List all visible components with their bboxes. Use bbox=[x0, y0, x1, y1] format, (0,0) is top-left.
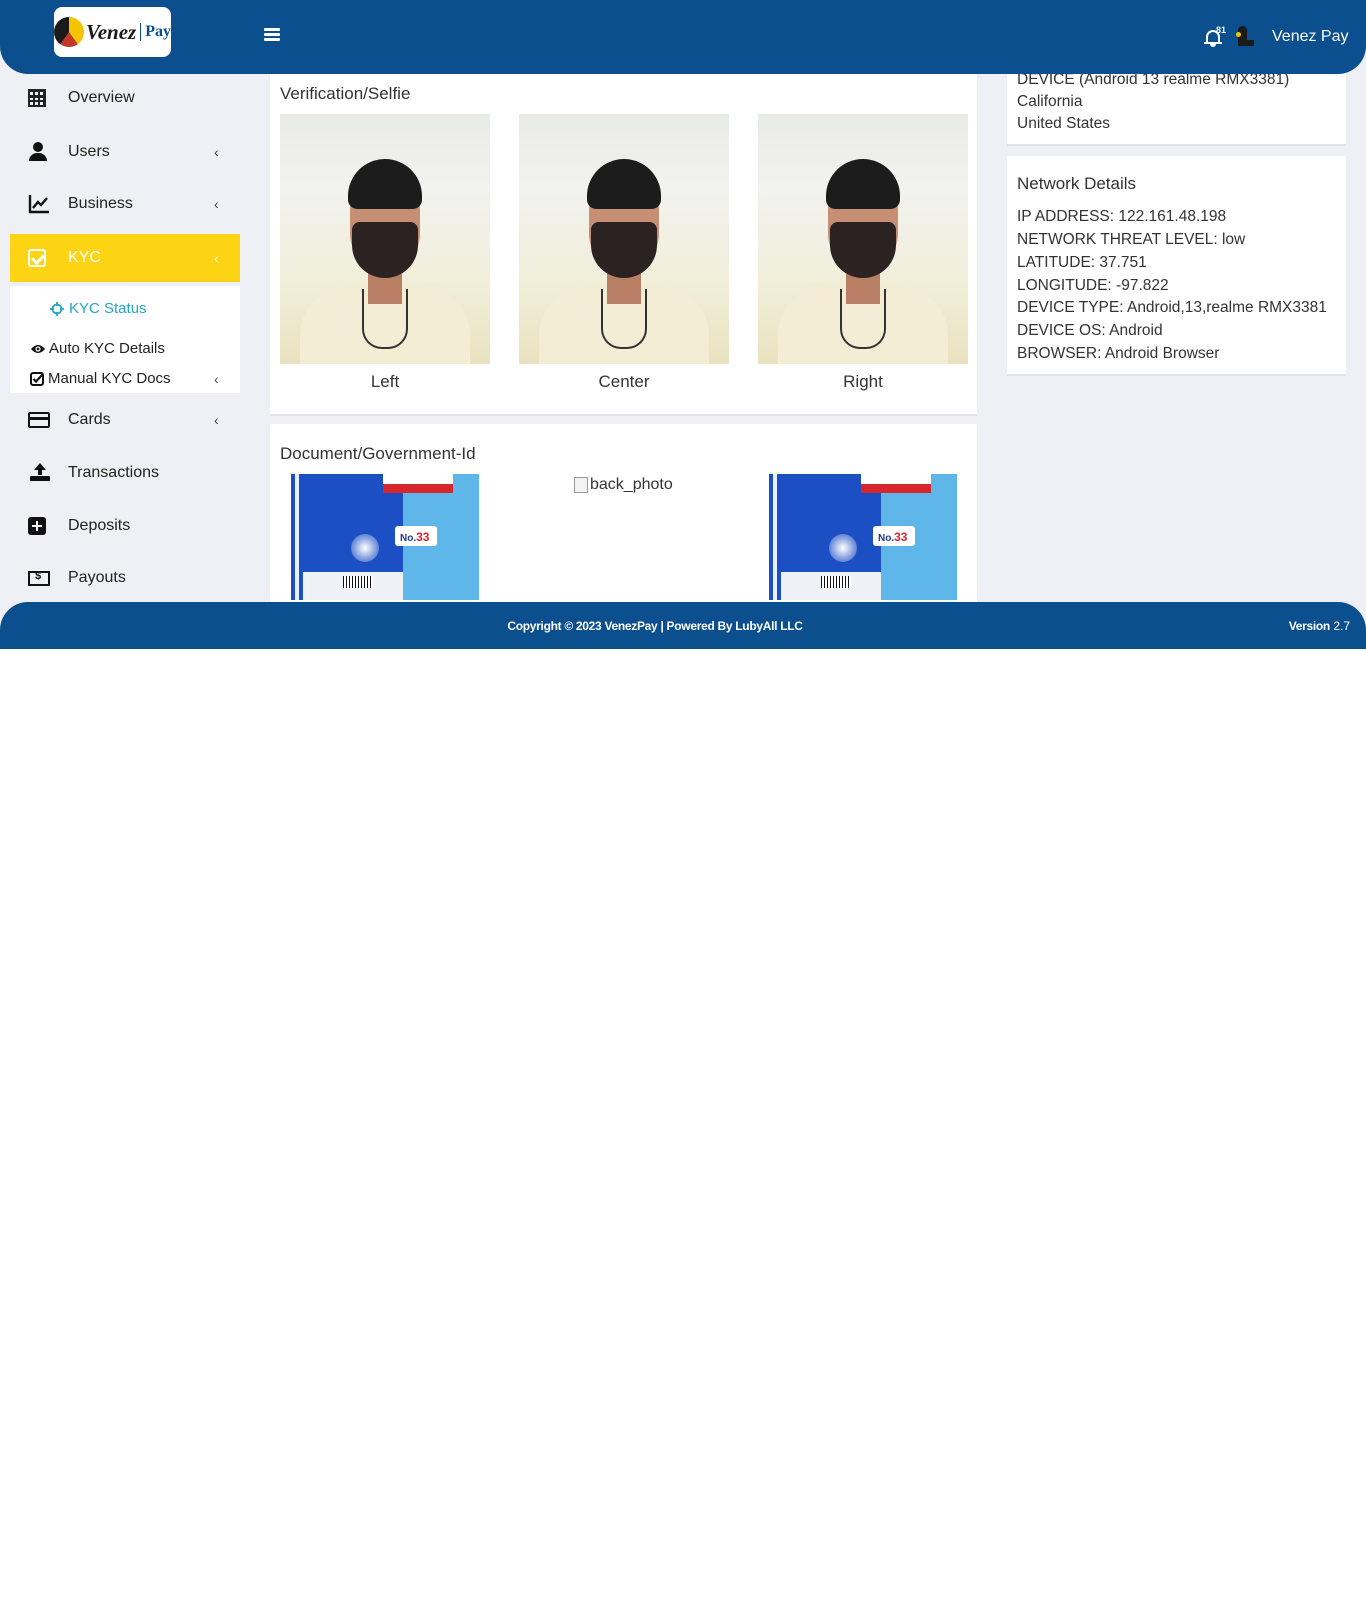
document-card: Document/Government-Id No.33 back_photo … bbox=[270, 424, 977, 624]
doc-stamp-no: No. bbox=[400, 533, 417, 544]
device-city: California bbox=[1017, 93, 1083, 110]
app-root: Venez Pay 81 Venez Pay Overview Users ‹ bbox=[0, 0, 1366, 649]
brand-logo[interactable]: Venez Pay bbox=[54, 7, 171, 57]
sidebar-item-label: Payouts bbox=[68, 569, 126, 586]
logo-divider bbox=[140, 23, 142, 41]
network-details-card: Network Details IP ADDRESS: 122.161.48.1… bbox=[1007, 156, 1346, 376]
chevron-left-icon: ‹ bbox=[214, 250, 219, 266]
logo-word-venez: Venez bbox=[86, 19, 137, 44]
sidebar-item-overview[interactable]: Overview bbox=[10, 74, 240, 122]
sidebar-item-label: Transactions bbox=[68, 464, 159, 481]
doc-stamp-number: 33 bbox=[416, 530, 430, 544]
sidebar-item-label: Users bbox=[68, 143, 110, 160]
document-back-photo[interactable]: back_photo bbox=[574, 476, 673, 494]
top-header: Venez Pay 81 Venez Pay bbox=[0, 0, 1366, 74]
sidebar-item-label: Business bbox=[68, 195, 133, 212]
network-latitude: LATITUDE: 37.751 bbox=[1017, 254, 1147, 271]
sidebar-item-label: Overview bbox=[68, 89, 135, 106]
selfie-photo-left[interactable] bbox=[280, 114, 490, 364]
sidebar-item-cards[interactable]: Cards ‹ bbox=[10, 396, 240, 444]
selfie-label-right: Right bbox=[843, 372, 883, 391]
sidebar-item-label: KYC bbox=[68, 249, 101, 266]
document-title: Document/Government-Id bbox=[280, 444, 476, 463]
version-label: Version bbox=[1288, 619, 1331, 633]
sidebar-item-kyc[interactable]: KYC ‹ bbox=[10, 234, 240, 282]
selfie-photo-right[interactable] bbox=[758, 114, 968, 364]
document-front-photo[interactable]: No.33 bbox=[291, 474, 479, 600]
sidebar-item-transactions[interactable]: Transactions bbox=[10, 449, 240, 497]
sidebar-item-payouts[interactable]: Payouts bbox=[10, 554, 240, 602]
back-photo-alt-text: back_photo bbox=[590, 476, 673, 493]
submenu-item-auto-kyc[interactable]: Auto KYC Details bbox=[30, 340, 165, 357]
logo-emblem-icon bbox=[54, 17, 85, 47]
submenu-item-label: KYC Status bbox=[69, 300, 147, 317]
network-browser: BROWSER: Android Browser bbox=[1017, 345, 1220, 362]
chevron-left-icon: ‹ bbox=[214, 370, 219, 387]
calculator-icon bbox=[28, 89, 46, 107]
sidebar-item-business[interactable]: Business ‹ bbox=[10, 180, 240, 228]
submenu-item-manual-kyc[interactable]: Manual KYC Docs ‹ bbox=[30, 370, 240, 387]
network-threat-level: NETWORK THREAT LEVEL: low bbox=[1017, 231, 1246, 248]
sidebar-item-deposits[interactable]: Deposits bbox=[10, 502, 240, 550]
sidebar-item-label: Deposits bbox=[68, 517, 131, 534]
submenu-item-label: Auto KYC Details bbox=[49, 340, 165, 357]
version-number: 2.7 bbox=[1333, 619, 1350, 633]
network-title: Network Details bbox=[1017, 174, 1137, 193]
submenu-item-label: Manual KYC Docs bbox=[48, 370, 171, 387]
footer-copyright: Copyright © 2023 VenezPay | Powered By L… bbox=[507, 619, 803, 633]
document-selfie-photo[interactable]: No.33 bbox=[769, 474, 957, 600]
notification-count-badge: 81 bbox=[1216, 25, 1227, 35]
network-device-os: DEVICE OS: Android bbox=[1017, 322, 1163, 339]
selfie-card: Verification/Selfie Left Center Right bbox=[270, 74, 977, 416]
check-square-icon bbox=[30, 371, 44, 386]
crosshairs-icon bbox=[50, 301, 64, 316]
network-ip: IP ADDRESS: 122.161.48.198 bbox=[1017, 208, 1227, 225]
logo-word-pay: Pay bbox=[145, 23, 171, 40]
doc-stamp-number: 33 bbox=[894, 530, 908, 544]
menu-toggle-icon[interactable] bbox=[264, 28, 280, 42]
sidebar: Overview Users ‹ Business ‹ KYC ‹ KYC St… bbox=[10, 74, 240, 604]
network-device-type: DEVICE TYPE: Android,13,realme RMX3381 bbox=[1017, 299, 1327, 316]
chart-line-icon bbox=[28, 195, 49, 214]
submenu-item-kyc-status[interactable]: KYC Status bbox=[50, 300, 147, 317]
eye-icon bbox=[31, 344, 45, 353]
kyc-submenu: KYC Status Auto KYC Details Manual KYC D… bbox=[10, 286, 240, 393]
selfie-photo-center[interactable] bbox=[519, 114, 729, 364]
chevron-left-icon: ‹ bbox=[214, 196, 219, 212]
broken-image-icon bbox=[574, 477, 588, 493]
chevron-left-icon: ‹ bbox=[214, 144, 219, 160]
credit-card-icon bbox=[28, 412, 50, 428]
upload-icon bbox=[28, 463, 50, 483]
sidebar-item-users[interactable]: Users ‹ bbox=[10, 128, 240, 176]
page-footer: Copyright © 2023 VenezPay | Powered By L… bbox=[0, 602, 1366, 649]
doc-stamp-no: No. bbox=[878, 533, 895, 544]
plus-square-icon bbox=[28, 517, 46, 535]
selfie-title: Verification/Selfie bbox=[280, 84, 411, 103]
user-name[interactable]: Venez Pay bbox=[1272, 28, 1349, 46]
selfie-label-left: Left bbox=[370, 372, 400, 391]
device-country: United States bbox=[1017, 115, 1111, 132]
money-bill-icon bbox=[28, 570, 50, 586]
footer-version: Version 2.7 bbox=[1289, 619, 1350, 633]
selfie-label-center: Center bbox=[598, 372, 650, 391]
user-icon bbox=[28, 142, 50, 162]
sidebar-item-label: Cards bbox=[68, 411, 111, 428]
chevron-left-icon: ‹ bbox=[214, 412, 219, 428]
check-square-icon bbox=[28, 249, 46, 267]
user-avatar-icon[interactable] bbox=[1236, 26, 1254, 48]
network-longitude: LONGITUDE: -97.822 bbox=[1017, 277, 1169, 294]
